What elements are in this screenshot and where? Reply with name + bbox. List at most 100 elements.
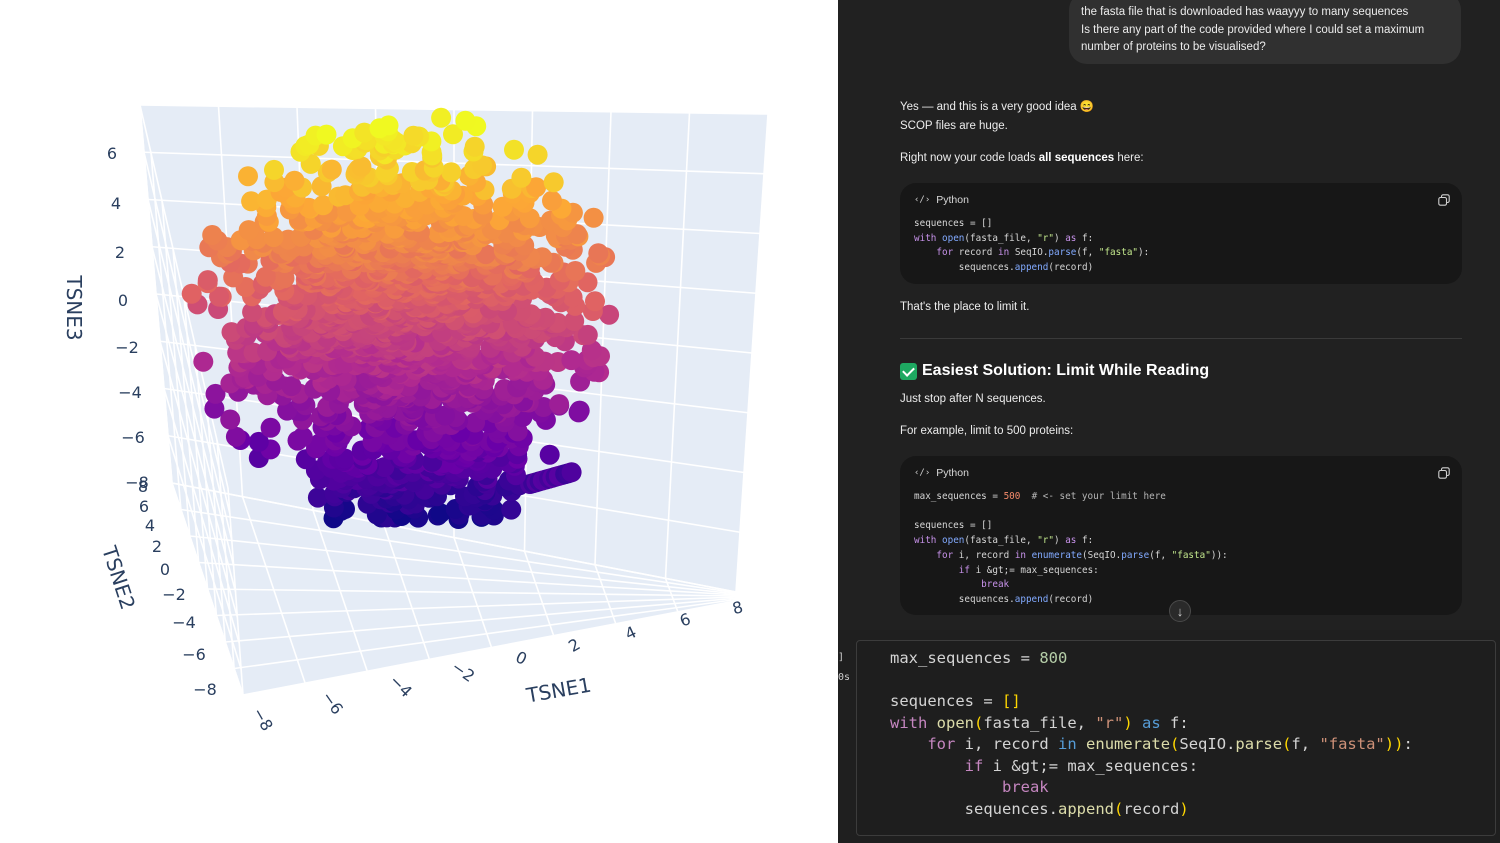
z-tick: 0 bbox=[118, 291, 128, 310]
copy-icon[interactable] bbox=[1438, 194, 1450, 206]
code-line: with open(fasta_file, "r") as f: bbox=[914, 232, 1094, 244]
cell-code[interactable]: max_sequences = 800 sequences = [] with … bbox=[890, 648, 1413, 820]
y-tick: 8 bbox=[138, 477, 148, 496]
code-icon: ‹/› bbox=[914, 195, 931, 205]
x-tick: −8 bbox=[249, 704, 277, 734]
code-line: with open(fasta_file, "r") as f: bbox=[914, 535, 1094, 547]
scatter-point bbox=[431, 107, 452, 128]
user-message-bubble: the fasta file that is downloaded has wa… bbox=[1069, 0, 1461, 64]
scatter-point bbox=[197, 270, 218, 291]
scatter-point bbox=[501, 499, 522, 520]
x-tick: 0 bbox=[513, 647, 530, 669]
code-block-header: ‹/› Python bbox=[914, 467, 969, 479]
cell-execution-bracket: ] bbox=[838, 652, 845, 663]
y-tick: 0 bbox=[160, 560, 170, 579]
z-tick: 2 bbox=[115, 243, 125, 262]
check-mark-icon bbox=[900, 362, 917, 380]
code-line: break bbox=[981, 579, 1010, 591]
plot-canvas[interactable]: TSNE3 TSNE2 TSNE1 6 4 2 0 −2 −4 −6 −8 8 … bbox=[0, 0, 838, 843]
scatter-point bbox=[549, 394, 570, 415]
user-message-line: the fasta file that is downloaded has wa… bbox=[1081, 6, 1409, 18]
copy-icon[interactable] bbox=[1438, 467, 1450, 479]
x-tick: 6 bbox=[677, 609, 693, 630]
scatter-point bbox=[539, 444, 560, 465]
scatter-point bbox=[292, 427, 313, 447]
cell-code-line: if i &gt;= max_sequences: bbox=[964, 756, 1199, 775]
section-divider bbox=[900, 338, 1462, 339]
code-line: max_sequences = 500 # <- set your limit … bbox=[914, 491, 1166, 502]
code-line: sequences = [] bbox=[914, 218, 993, 229]
y-tick: 6 bbox=[139, 497, 149, 516]
y-tick: 4 bbox=[145, 516, 155, 535]
reply-text: Right now your code loads bbox=[900, 152, 1039, 164]
cell-execution-time: 0s bbox=[838, 672, 851, 683]
scatter-point bbox=[511, 167, 532, 188]
z-tick: 4 bbox=[111, 194, 121, 213]
scatter-point bbox=[403, 125, 424, 146]
y-tick: −4 bbox=[172, 613, 196, 632]
scatter-point bbox=[260, 417, 281, 438]
code-icon: ‹/› bbox=[914, 468, 931, 478]
scatter-point bbox=[569, 400, 590, 421]
code-line: sequences = [] bbox=[914, 520, 993, 532]
code-language-label: Python bbox=[936, 194, 969, 206]
reply-paragraph: Right now your code loads all sequences … bbox=[900, 152, 1144, 164]
scatter-point bbox=[504, 139, 524, 160]
cell-code-line: for i, record in enumerate(SeqIO.parse(f… bbox=[927, 735, 1413, 753]
scatter-point bbox=[565, 261, 586, 281]
cell-code-line: sequences.append(record) bbox=[964, 799, 1189, 818]
code-language-label: Python bbox=[936, 467, 969, 479]
scatter-point bbox=[561, 350, 582, 371]
chat-panel[interactable]: the fasta file that is downloaded has wa… bbox=[838, 0, 1500, 630]
code-line: for i, record in enumerate(SeqIO.parse(f… bbox=[936, 549, 1228, 561]
scatter-point bbox=[441, 162, 462, 183]
code-line: sequences.append(record) bbox=[958, 593, 1094, 605]
reply-paragraph: For example, limit to 500 proteins: bbox=[900, 425, 1074, 437]
scatter-point bbox=[202, 225, 223, 245]
scatter-point bbox=[238, 166, 258, 187]
x-tick: −4 bbox=[386, 671, 416, 701]
reply-text: here: bbox=[1114, 152, 1144, 164]
scatter-point bbox=[588, 243, 609, 264]
y-axis-title: TSNE2 bbox=[97, 542, 140, 612]
x-tick: 4 bbox=[622, 622, 639, 644]
cell-code-line: max_sequences = 800 bbox=[890, 649, 1068, 667]
y-tick: −2 bbox=[162, 585, 186, 604]
code-line: if i &gt;= max_sequences: bbox=[958, 564, 1099, 576]
z-tick: −4 bbox=[118, 383, 142, 402]
notebook-cell[interactable]: ] 0s max_sequences = 800 sequences = [] … bbox=[838, 630, 1500, 843]
y-tick: −6 bbox=[182, 645, 206, 664]
cell-code-line: break bbox=[1001, 778, 1049, 796]
scatter-point bbox=[527, 144, 548, 165]
section-heading-text: Easiest Solution: Limit While Reading bbox=[922, 362, 1210, 379]
scatter-point bbox=[321, 159, 342, 180]
reply-paragraph: Just stop after N sequences. bbox=[900, 393, 1046, 405]
scatter-point bbox=[583, 207, 604, 228]
reply-paragraph: Yes — and this is a very good idea 😄 bbox=[900, 101, 1095, 113]
cell-code-line: with open(fasta_file, "r") as f: bbox=[890, 713, 1189, 732]
z-tick: 6 bbox=[107, 144, 117, 163]
code-block-header: ‹/› Python bbox=[914, 194, 969, 206]
section-heading: Easiest Solution: Limit While Reading bbox=[900, 362, 1209, 380]
arrow-down-icon: ↓ bbox=[1176, 603, 1184, 619]
scatter-point bbox=[585, 291, 605, 312]
z-axis-title: TSNE3 bbox=[62, 274, 86, 340]
cell-run-gutter: ] 0s bbox=[838, 648, 850, 688]
cell-code-line: sequences = [] bbox=[890, 692, 1021, 710]
code-line: for record in SeqIO.parse(f, "fasta"): bbox=[936, 247, 1150, 259]
scatter-point bbox=[264, 159, 284, 180]
scroll-down-button[interactable]: ↓ bbox=[1169, 600, 1191, 622]
reply-paragraph: That's the place to limit it. bbox=[900, 301, 1030, 313]
scatter-point bbox=[284, 170, 305, 191]
y-tick: −8 bbox=[193, 680, 217, 699]
scatter-point bbox=[542, 190, 562, 211]
code-block: ‹/› Python max_sequences = 500 # <- set … bbox=[900, 456, 1462, 615]
user-message-line: Is there any part of the code provided w… bbox=[1081, 23, 1425, 36]
scatter-3d-plot[interactable]: TSNE3 TSNE2 TSNE1 6 4 2 0 −2 −4 −6 −8 8 … bbox=[0, 0, 838, 843]
scatter-point bbox=[316, 124, 337, 145]
z-tick: −2 bbox=[115, 338, 139, 357]
reply-paragraph: SCOP files are huge. bbox=[900, 120, 1008, 132]
scatter-point bbox=[561, 462, 582, 483]
scatter-point bbox=[378, 115, 399, 136]
code-block: ‹/› Python sequences = [] with open(fast… bbox=[900, 183, 1462, 284]
